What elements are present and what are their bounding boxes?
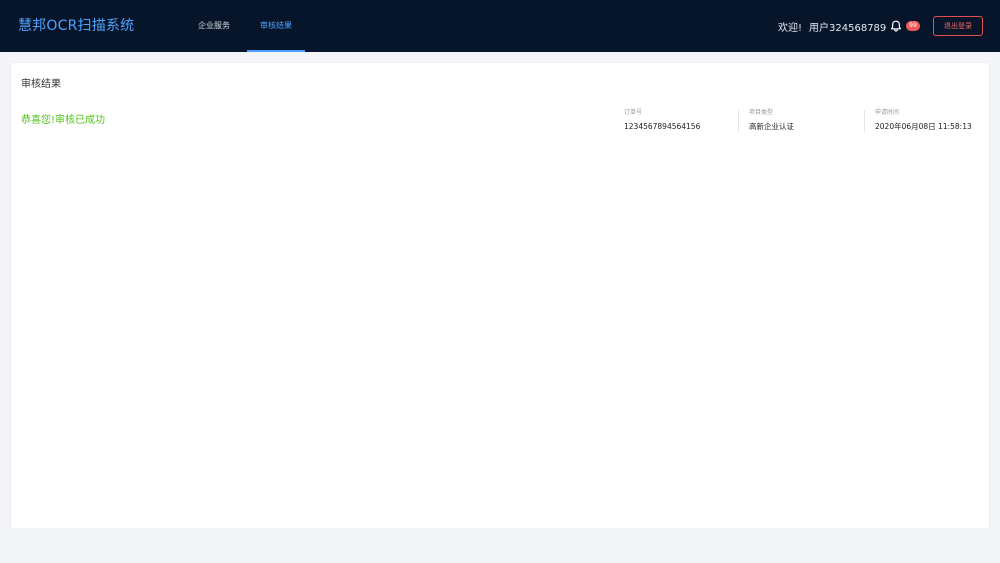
bell-icon[interactable] (889, 18, 903, 32)
username: 用户324568789 (809, 23, 887, 34)
apply-time-value: 2020年06月08日 11:58:13 (875, 122, 972, 131)
nav-item-review-result[interactable]: 审核结果 (247, 0, 305, 52)
card-title: 审核结果 (21, 79, 61, 90)
order-number-field: 订单号 1234567894564156 (624, 109, 700, 132)
apply-time-field: 申请时间 2020年06月08日 11:58:13 (875, 109, 972, 132)
divider (864, 110, 865, 132)
project-type-label: 项目类型 (749, 109, 774, 116)
order-number-value: 1234567894564156 (624, 122, 701, 131)
apply-time-label: 申请时间 (875, 109, 900, 116)
app-logo: 慧邦OCR扫描系统 (18, 18, 135, 34)
divider (738, 110, 739, 132)
welcome-text: 欢迎! 用户324568789 (778, 19, 886, 34)
project-type-field: 项目类型 高新企业认证 (749, 109, 794, 132)
nav-item-enterprise-service[interactable]: 企业服务 (186, 0, 242, 52)
notification-badge: 99 (906, 21, 920, 31)
success-message: 恭喜您!审核已成功 (21, 115, 106, 126)
result-card: 审核结果 恭喜您!审核已成功 订单号 1234567894564156 项目类型… (11, 63, 989, 528)
welcome-label: 欢迎! (778, 23, 803, 34)
project-type-value: 高新企业认证 (749, 122, 794, 131)
main-nav: 企业服务 审核结果 (186, 0, 307, 52)
order-number-label: 订单号 (624, 109, 643, 116)
top-header: 慧邦OCR扫描系统 企业服务 审核结果 欢迎! 用户324568789 99 退出… (0, 0, 1000, 52)
logout-button[interactable]: 退出登录 (933, 16, 983, 36)
